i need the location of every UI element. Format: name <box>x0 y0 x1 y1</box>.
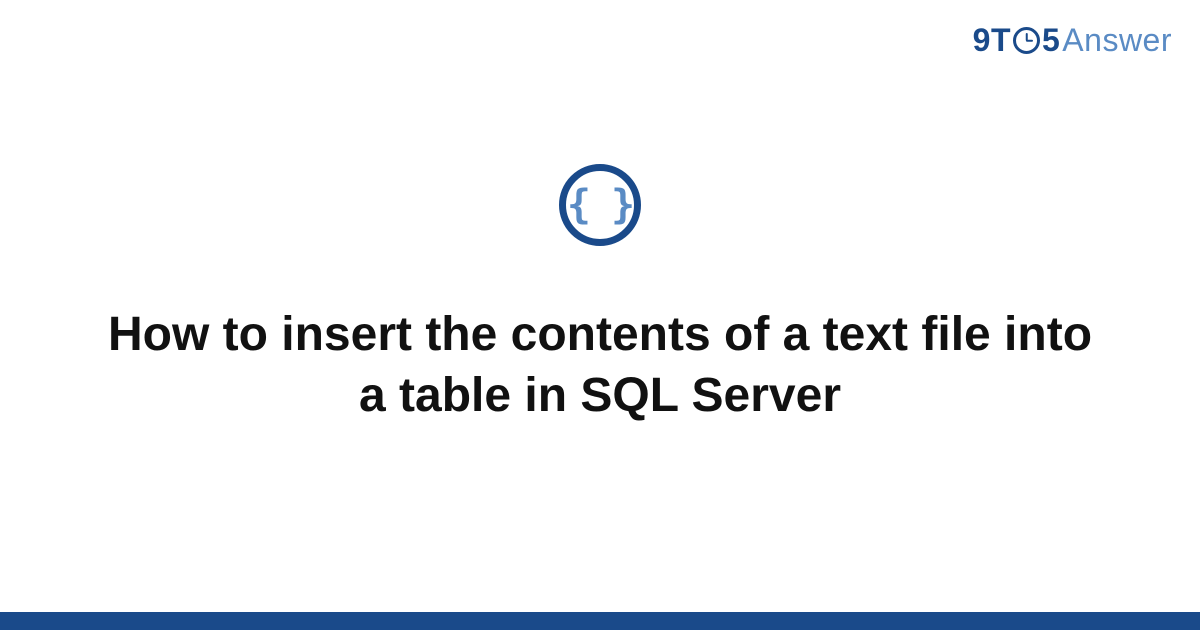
code-braces-icon: { } <box>567 182 633 228</box>
footer-bar <box>0 612 1200 630</box>
question-title: How to insert the contents of a text fil… <box>100 304 1100 427</box>
main-content: { } How to insert the contents of a text… <box>0 0 1200 630</box>
category-icon-circle: { } <box>559 164 641 246</box>
